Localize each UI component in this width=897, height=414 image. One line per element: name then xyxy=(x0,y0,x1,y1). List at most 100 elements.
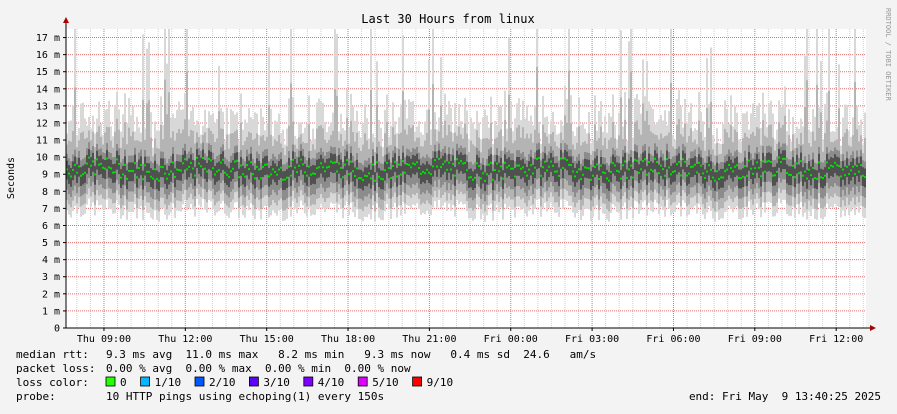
median-rtt-point xyxy=(410,166,412,169)
x-tick-label: Thu 21:00 xyxy=(402,334,456,345)
median-rtt-point xyxy=(550,160,552,163)
median-rtt-point xyxy=(476,162,478,165)
median-rtt-point xyxy=(248,168,250,171)
median-rtt-point xyxy=(828,166,830,169)
median-rtt-point xyxy=(344,163,346,166)
y-tick-label: 15 m xyxy=(36,67,60,78)
median-rtt-point xyxy=(270,173,272,176)
median-rtt-point xyxy=(824,174,826,177)
median-rtt-point xyxy=(834,161,836,164)
median-rtt-point xyxy=(102,166,104,169)
median-rtt-point xyxy=(280,166,282,169)
median-rtt-point xyxy=(608,179,610,182)
median-rtt-point xyxy=(346,158,348,161)
latency-chart: Last 30 Hours from linux Seconds RRDTOOL… xyxy=(6,8,892,403)
median-rtt-point xyxy=(810,174,812,177)
median-rtt-point xyxy=(728,163,730,166)
median-rtt-point xyxy=(490,161,492,164)
median-rtt-point xyxy=(178,169,180,172)
median-rtt-point xyxy=(340,166,342,169)
median-rtt-point xyxy=(620,177,622,180)
median-rtt-point xyxy=(448,161,450,164)
median-rtt-point xyxy=(480,177,482,180)
median-rtt-point xyxy=(288,165,290,168)
median-rtt-point xyxy=(372,163,374,166)
median-rtt-point xyxy=(312,172,314,175)
median-rtt-point xyxy=(426,168,428,171)
median-rtt-point xyxy=(322,166,324,169)
median-rtt-point xyxy=(148,170,150,173)
median-rtt-point xyxy=(512,167,514,170)
median-rtt-point xyxy=(630,164,632,167)
median-rtt-point xyxy=(468,176,470,179)
median-rtt-point xyxy=(582,173,584,176)
median-rtt-point xyxy=(712,176,714,179)
median-rtt-point xyxy=(244,175,246,178)
median-rtt-point xyxy=(264,163,266,166)
median-rtt-point xyxy=(292,158,294,161)
median-rtt-point xyxy=(660,164,662,167)
median-rtt-point xyxy=(676,163,678,166)
median-rtt-point xyxy=(796,162,798,165)
loss-color-swatch xyxy=(248,376,259,387)
median-rtt-point xyxy=(230,170,232,173)
median-rtt-point xyxy=(384,169,386,172)
median-rtt-point xyxy=(566,159,568,162)
median-rtt-point xyxy=(564,157,566,160)
median-rtt-point xyxy=(562,166,564,169)
x-tick-label: Fri 03:00 xyxy=(565,334,619,345)
median-rtt-point xyxy=(82,173,84,176)
median-rtt-point xyxy=(766,160,768,163)
median-rtt-point xyxy=(232,167,234,170)
median-rtt-point xyxy=(616,169,618,172)
median-rtt-point xyxy=(358,177,360,180)
median-rtt-point xyxy=(234,160,236,163)
median-rtt-point xyxy=(492,178,494,181)
median-rtt-point xyxy=(126,177,128,180)
median-rtt-point xyxy=(822,177,824,180)
median-rtt-point xyxy=(864,176,866,179)
median-rtt-point xyxy=(702,172,704,175)
median-rtt-point xyxy=(412,162,414,165)
median-rtt-point xyxy=(778,156,780,159)
loss-color-label-item: 3/10 xyxy=(263,376,290,389)
median-rtt-point xyxy=(780,161,782,164)
median-rtt-point xyxy=(296,171,298,174)
median-rtt-point xyxy=(496,162,498,165)
loss-color-label-item: 1/10 xyxy=(155,376,182,389)
median-rtt-point xyxy=(416,161,418,164)
median-rtt-point xyxy=(588,167,590,170)
median-rtt-point xyxy=(166,177,168,180)
median-rtt-point xyxy=(458,162,460,165)
median-rtt-point xyxy=(360,177,362,180)
median-rtt-point xyxy=(218,169,220,172)
median-rtt-point xyxy=(710,168,712,171)
median-rtt-point xyxy=(486,173,488,176)
median-rtt-point xyxy=(508,164,510,167)
median-rtt-point xyxy=(646,173,648,176)
median-rtt-point xyxy=(436,165,438,168)
median-rtt-point xyxy=(730,167,732,170)
median-rtt-point xyxy=(86,162,88,165)
median-rtt-point xyxy=(110,167,112,170)
median-rtt-point xyxy=(640,168,642,171)
median-rtt-point xyxy=(770,160,772,163)
x-tick-label: Thu 15:00 xyxy=(240,334,294,345)
median-rtt-point xyxy=(530,164,532,167)
median-rtt-point xyxy=(574,175,576,178)
median-rtt-point xyxy=(348,173,350,176)
median-rtt-point xyxy=(356,167,358,170)
median-rtt-point xyxy=(686,174,688,177)
median-rtt-point xyxy=(692,165,694,168)
median-rtt-point xyxy=(690,165,692,168)
median-rtt-point xyxy=(718,178,720,181)
median-rtt-point xyxy=(144,164,146,167)
median-rtt-point xyxy=(658,172,660,175)
median-rtt-point xyxy=(724,170,726,173)
median-rtt-point xyxy=(354,175,356,178)
median-rtt-point xyxy=(422,170,424,173)
median-rtt-point xyxy=(308,165,310,168)
median-rtt-point xyxy=(100,162,102,165)
y-tick-label: 7 m xyxy=(42,204,60,215)
median-rtt-point xyxy=(760,175,762,178)
